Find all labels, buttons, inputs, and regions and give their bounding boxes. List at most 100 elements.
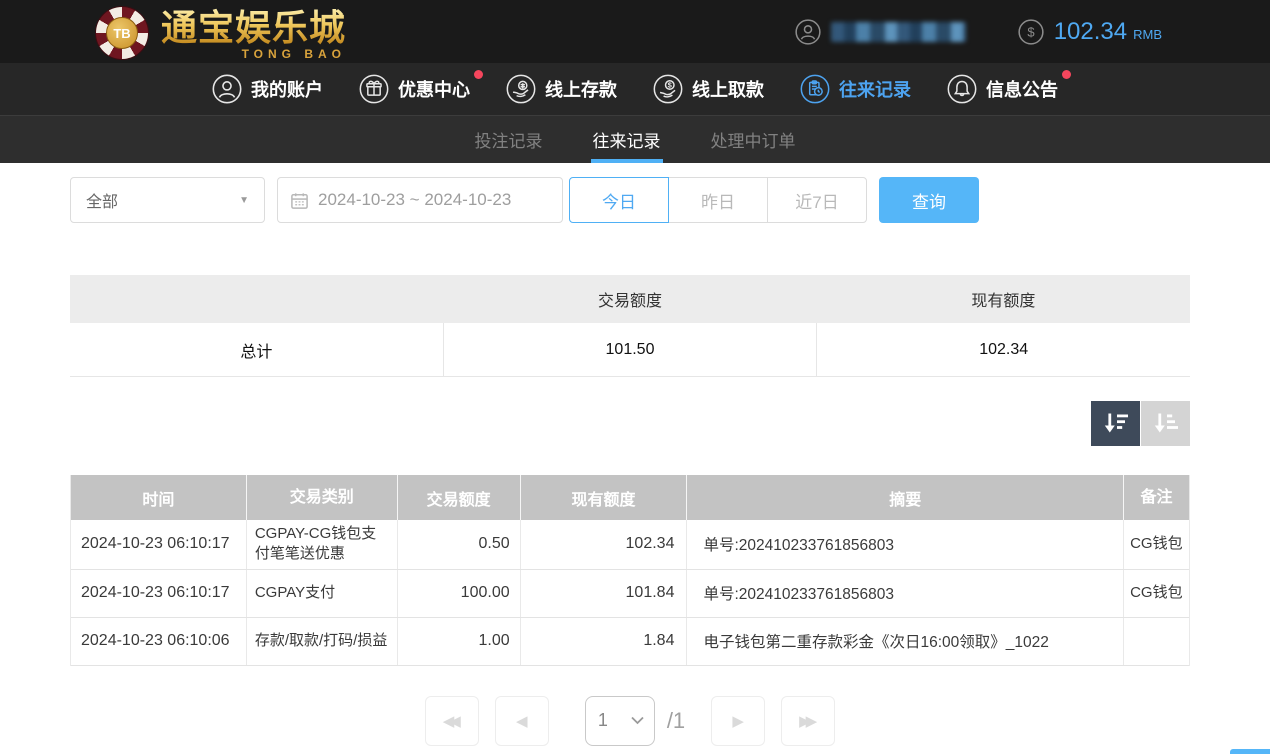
cell-note — [1123, 618, 1189, 665]
cell-balance: 101.84 — [520, 570, 687, 617]
header-user[interactable] — [795, 19, 966, 45]
summary-transaction-total: 101.50 — [443, 323, 817, 376]
sub-tabbar: 投注记录 往来记录 处理中订单 — [0, 115, 1270, 163]
summary-header-row: 交易额度 现有额度 — [70, 275, 1190, 323]
cell-category: CGPAY-CG钱包支付笔笔送优惠 — [246, 520, 397, 569]
nav-item-my-account[interactable]: 我的账户 — [212, 74, 323, 104]
header-balance[interactable]: $ 102.34 RMB — [1018, 18, 1162, 46]
sort-descending-button[interactable] — [1091, 401, 1140, 446]
chip-label: TB — [106, 17, 138, 49]
gift-icon — [359, 74, 389, 104]
total-pages-label: /1 — [667, 708, 685, 734]
search-button[interactable]: 查询 — [879, 177, 979, 223]
records-table: 时间 交易类别 交易额度 现有额度 摘要 备注 2024-10-23 06:10… — [70, 475, 1190, 666]
sort-descending-icon — [1102, 411, 1130, 436]
nav-item-announcements[interactable]: 信息公告 — [947, 74, 1058, 104]
casino-chip-icon: TB — [95, 6, 149, 60]
double-right-arrow-icon: ▶▶ — [799, 712, 812, 730]
col-header-category: 交易类别 — [246, 475, 397, 520]
svg-text:$: $ — [1027, 24, 1035, 39]
table-row: 2024-10-23 06:10:17 CGPAY-CG钱包支付笔笔送优惠 0.… — [71, 520, 1189, 570]
nav-item-deposit[interactable]: 线上存款 — [506, 74, 617, 104]
cell-amount: 100.00 — [397, 570, 520, 617]
cell-category: CGPAY支付 — [246, 570, 397, 617]
table-row: 2024-10-23 06:10:17 CGPAY支付 100.00 101.8… — [71, 570, 1189, 618]
col-header-note: 备注 — [1123, 475, 1189, 520]
type-select-value: 全部 — [86, 188, 118, 212]
nav-label: 优惠中心 — [398, 76, 470, 102]
filter-row: 全部 ▼ 2024-10-23 ~ 2024-10-23 今日 昨日 近7日 查… — [70, 177, 1190, 223]
sort-ascending-button[interactable] — [1141, 401, 1190, 446]
balance-currency: RMB — [1133, 27, 1162, 42]
tab-betting-records[interactable]: 投注记录 — [473, 116, 545, 163]
date-range-input[interactable]: 2024-10-23 ~ 2024-10-23 — [277, 177, 563, 223]
last-page-button[interactable]: ▶▶ — [781, 696, 835, 746]
table-row: 2024-10-23 06:10:06 存款/取款/打码/损益 1.00 1.8… — [71, 618, 1189, 666]
user-icon — [212, 74, 242, 104]
withdraw-icon: $ — [653, 74, 683, 104]
tab-transaction-records[interactable]: 往来记录 — [591, 116, 663, 163]
prev-page-button[interactable]: ◀ — [495, 696, 549, 746]
floating-widget-edge[interactable] — [1230, 749, 1270, 754]
type-select[interactable]: 全部 ▼ — [70, 177, 265, 223]
cell-balance: 102.34 — [520, 520, 687, 569]
summary-total-row: 总计 101.50 102.34 — [70, 323, 1190, 377]
nav-item-withdraw[interactable]: $ 线上取款 — [653, 74, 764, 104]
dollar-coin-icon: $ — [1018, 19, 1044, 45]
date-range-value: 2024-10-23 ~ 2024-10-23 — [318, 190, 511, 210]
page-select[interactable]: 1 — [585, 696, 655, 746]
top-header: TB 通宝娱乐城 TONG BAO $ 102.34 R — [0, 0, 1270, 63]
summary-total-label: 总计 — [70, 323, 443, 376]
quick-btn-today[interactable]: 今日 — [569, 177, 669, 223]
calendar-icon — [290, 191, 309, 210]
content: 全部 ▼ 2024-10-23 ~ 2024-10-23 今日 昨日 近7日 查… — [0, 163, 1270, 746]
nav-item-promotions[interactable]: 优惠中心 — [359, 74, 470, 104]
tab-pending-orders[interactable]: 处理中订单 — [709, 116, 798, 163]
cell-amount: 0.50 — [397, 520, 520, 569]
summary-header-empty — [70, 275, 443, 323]
nav-label: 我的账户 — [251, 76, 323, 102]
col-header-amount: 交易额度 — [397, 475, 520, 520]
summary-table: 交易额度 现有额度 总计 101.50 102.34 — [70, 275, 1190, 377]
page-select-value: 1 — [598, 710, 608, 731]
deposit-icon — [506, 74, 536, 104]
logo-text: 通宝娱乐城 TONG BAO — [161, 5, 346, 63]
nav-label: 信息公告 — [986, 76, 1058, 102]
chevron-down-icon — [631, 716, 644, 725]
balance-amount: 102.34 — [1054, 18, 1127, 46]
cell-time: 2024-10-23 06:10:17 — [71, 570, 246, 617]
cell-amount: 1.00 — [397, 618, 520, 665]
col-header-time: 时间 — [71, 475, 246, 520]
cell-time: 2024-10-23 06:10:06 — [71, 618, 246, 665]
records-icon — [800, 74, 830, 104]
double-left-arrow-icon: ◀◀ — [443, 712, 456, 730]
first-page-button[interactable]: ◀◀ — [425, 696, 479, 746]
bell-icon — [947, 74, 977, 104]
site-subtitle: TONG BAO — [242, 47, 346, 61]
summary-balance-total: 102.34 — [816, 323, 1190, 376]
chevron-down-icon: ▼ — [239, 195, 249, 206]
header-right: $ 102.34 RMB — [795, 18, 1162, 46]
col-header-balance: 现有额度 — [520, 475, 687, 520]
cell-summary: 电子钱包第二重存款彩金《次日16:00领取》_1022 — [686, 618, 1123, 665]
quick-date-group: 今日 昨日 近7日 — [569, 177, 867, 223]
pagination: ◀◀ ◀ 1 /1 ▶ ▶▶ — [70, 696, 1190, 746]
user-icon — [795, 19, 821, 45]
quick-btn-last7days[interactable]: 近7日 — [767, 177, 867, 223]
site-logo[interactable]: TB 通宝娱乐城 TONG BAO — [95, 0, 346, 63]
cell-note: CG钱包 — [1123, 570, 1189, 617]
right-arrow-icon: ▶ — [732, 712, 744, 730]
quick-btn-yesterday[interactable]: 昨日 — [668, 177, 768, 223]
cell-note: CG钱包 — [1123, 520, 1189, 569]
nav-item-transaction-records[interactable]: 往来记录 — [800, 74, 911, 104]
cell-summary: 单号:202410233761856803 — [686, 520, 1123, 569]
cell-summary: 单号:202410233761856803 — [686, 570, 1123, 617]
sort-controls — [70, 401, 1190, 446]
nav-label: 线上存款 — [545, 76, 617, 102]
username-masked — [831, 22, 966, 42]
next-page-button[interactable]: ▶ — [711, 696, 765, 746]
col-header-summary: 摘要 — [686, 475, 1123, 520]
notification-dot — [1062, 70, 1071, 79]
cell-category: 存款/取款/打码/损益 — [246, 618, 397, 665]
cell-time: 2024-10-23 06:10:17 — [71, 520, 246, 569]
